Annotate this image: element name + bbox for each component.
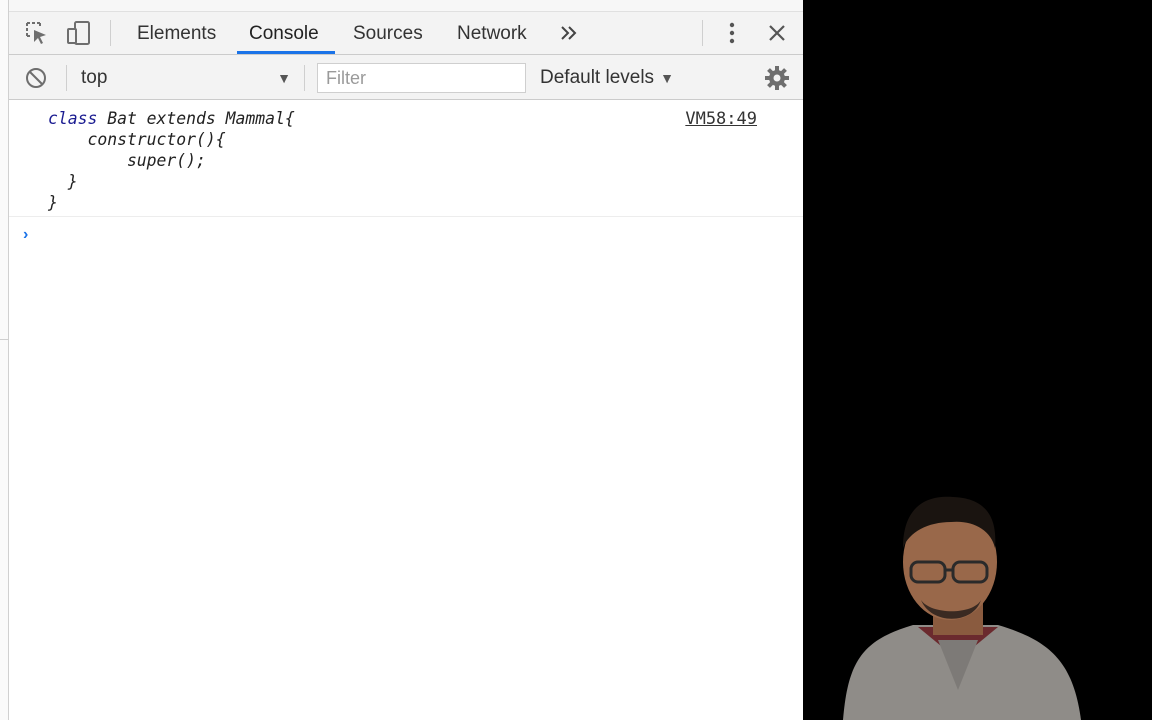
code-line: constructor(){ bbox=[48, 130, 226, 149]
context-label: top bbox=[81, 66, 108, 88]
dropdown-arrow-icon: ▼ bbox=[277, 69, 291, 86]
dropdown-arrow-icon: ▼ bbox=[660, 69, 674, 86]
console-message: class Bat extends Mammal{ constructor(){… bbox=[9, 100, 803, 217]
console-prompt[interactable]: › bbox=[23, 224, 783, 246]
log-levels-label: Default levels bbox=[540, 66, 655, 88]
prompt-chevron-icon: › bbox=[23, 226, 29, 243]
filter-input[interactable] bbox=[317, 63, 526, 93]
code-block: class Bat extends Mammal{ constructor(){… bbox=[48, 108, 295, 213]
source-link[interactable]: VM58:49 bbox=[685, 109, 757, 129]
kebab-menu-icon[interactable] bbox=[718, 18, 746, 48]
code-line: } bbox=[48, 172, 78, 191]
console-output: class Bat extends Mammal{ constructor(){… bbox=[9, 100, 803, 720]
webcam-overlay bbox=[803, 0, 1152, 720]
tab-console[interactable]: Console bbox=[237, 18, 335, 54]
devtools-tab-bar: Elements Console Sources Network bbox=[9, 0, 803, 55]
clear-console-icon[interactable] bbox=[25, 55, 47, 100]
left-gutter bbox=[0, 0, 9, 720]
log-levels-dropdown[interactable]: Default levels ▼ bbox=[540, 55, 674, 100]
close-icon[interactable] bbox=[763, 18, 791, 48]
tab-elements[interactable]: Elements bbox=[137, 18, 216, 54]
tab-sources[interactable]: Sources bbox=[353, 18, 423, 54]
code-line: super(); bbox=[48, 151, 206, 170]
double-chevron-right-icon[interactable] bbox=[555, 18, 583, 48]
console-toolbar: top ▼ Default levels ▼ bbox=[9, 55, 803, 100]
code-line: class Bat extends Mammal{ bbox=[48, 109, 295, 128]
context-selector[interactable]: top ▼ bbox=[81, 55, 291, 100]
device-toolbar-icon[interactable] bbox=[65, 18, 93, 48]
inspect-element-icon[interactable] bbox=[23, 18, 51, 48]
tab-network[interactable]: Network bbox=[457, 18, 527, 54]
presenter-video bbox=[843, 496, 1081, 720]
code-line: } bbox=[48, 193, 58, 212]
gear-icon[interactable] bbox=[764, 55, 790, 100]
devtools-panel: Elements Console Sources Network top ▼ F… bbox=[0, 0, 803, 720]
